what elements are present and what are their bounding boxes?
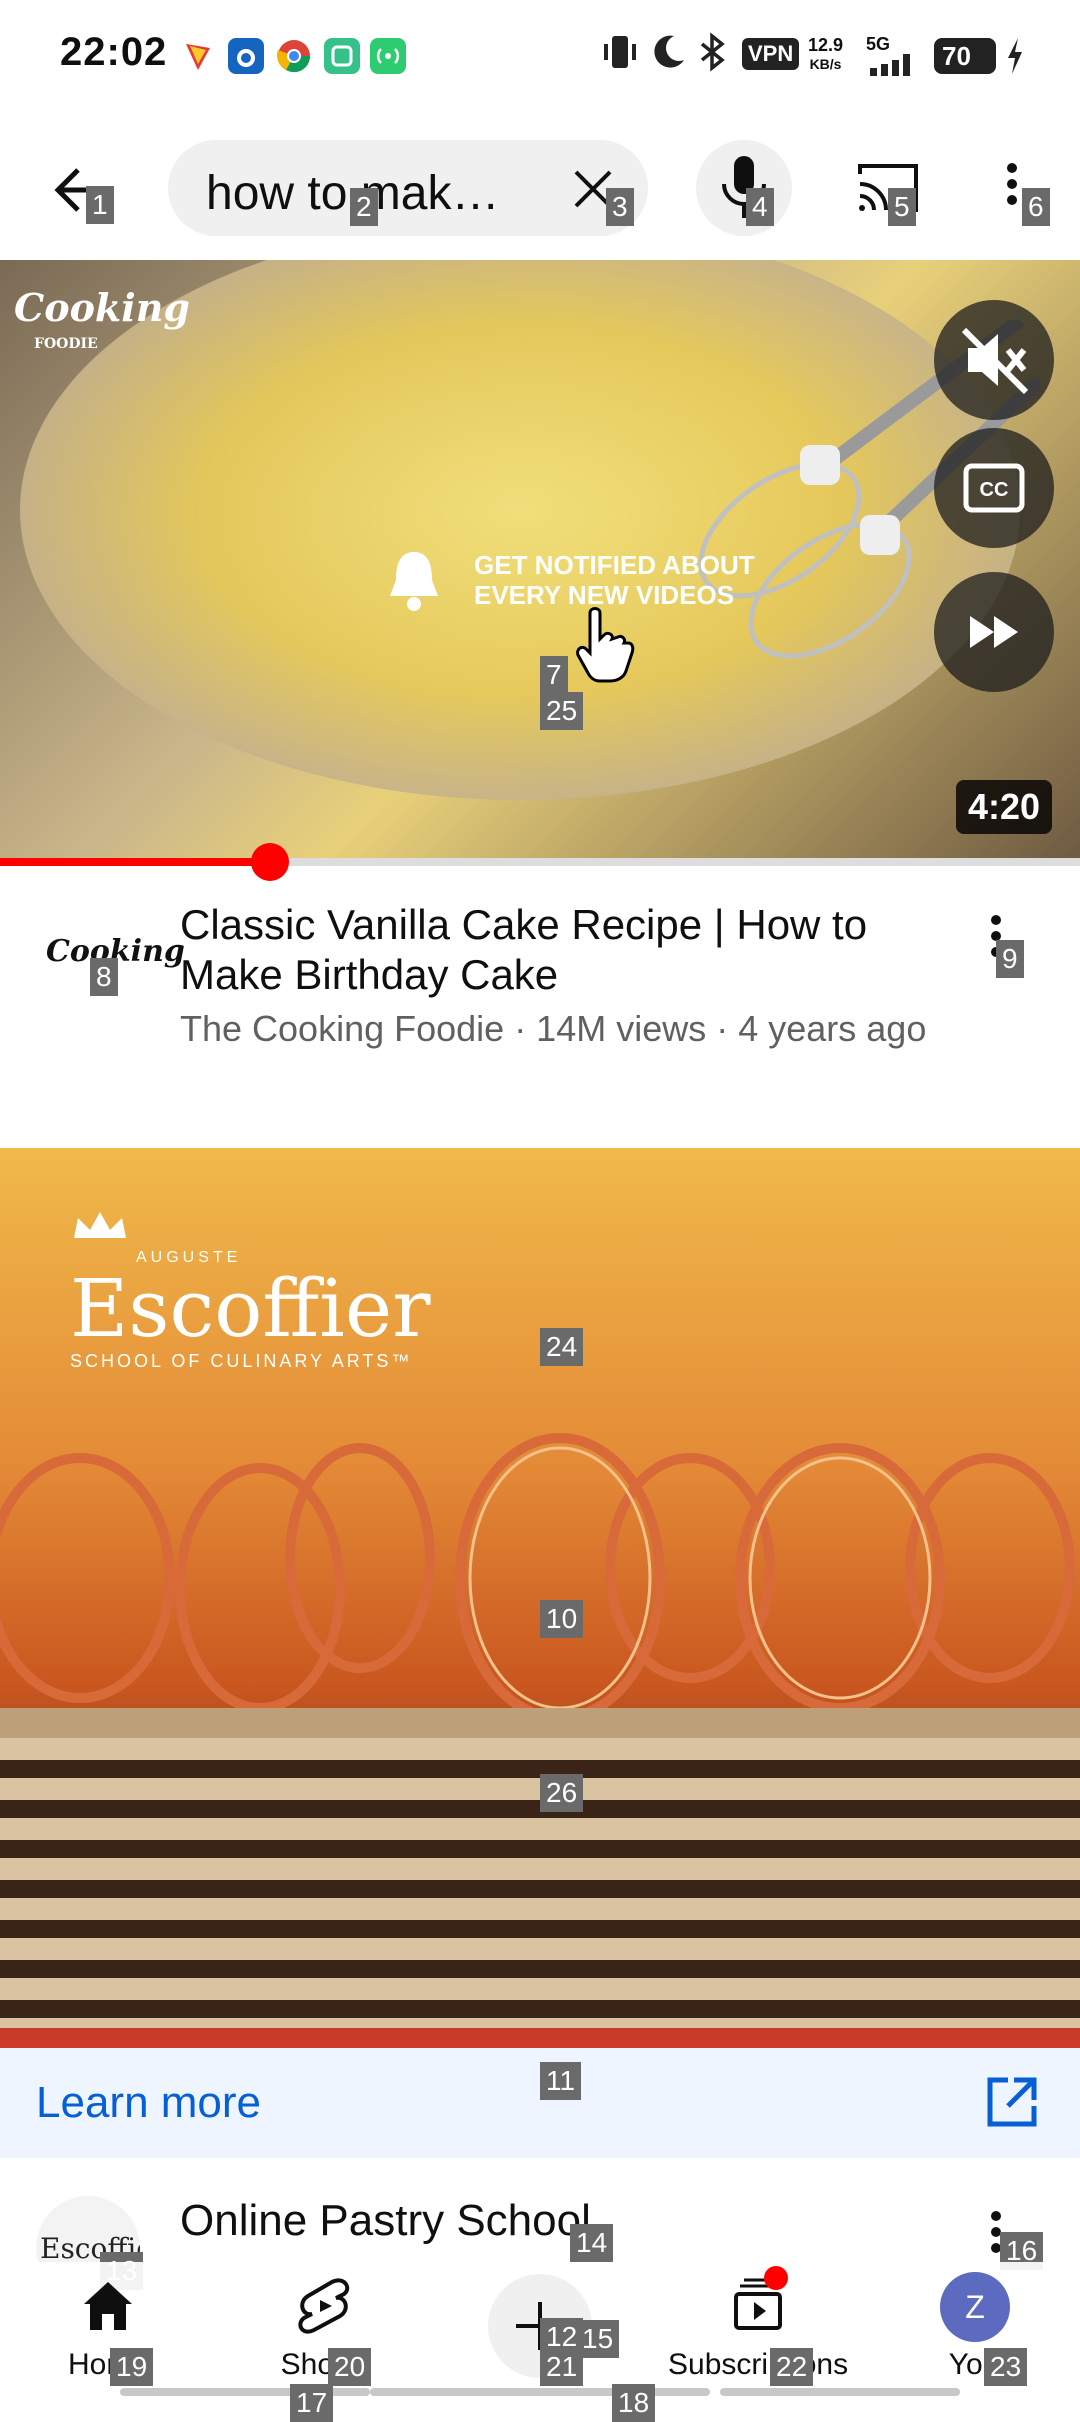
mute-button[interactable] bbox=[934, 300, 1054, 420]
volume-off-icon bbox=[961, 327, 1029, 395]
fast-forward-button[interactable] bbox=[934, 572, 1054, 692]
label-tag: 7 bbox=[540, 656, 568, 694]
nav-shorts-label: Shorts bbox=[280, 2348, 368, 2381]
label-tag: 22 bbox=[770, 2348, 814, 2386]
network-type: 5G bbox=[866, 34, 891, 54]
ad-title[interactable]: Online Pastry School bbox=[180, 2196, 591, 2246]
channel-watermark: Cooking FOODIE bbox=[14, 285, 190, 353]
label-tag: 18 bbox=[612, 2384, 656, 2422]
nav-you[interactable]: Z You bbox=[884, 2272, 1064, 2392]
label-tag: 1 bbox=[86, 186, 114, 224]
label-tag: 10 bbox=[540, 1600, 584, 1638]
more-vert-icon bbox=[1007, 163, 1017, 205]
nav-home-label: Home bbox=[67, 2348, 149, 2381]
svg-text:CC: CC bbox=[980, 479, 1009, 501]
notification-dot bbox=[764, 2266, 788, 2290]
search-header: 1 how to mak… 2 3 4 5 6 bbox=[0, 110, 1080, 260]
signal-icon bbox=[866, 54, 922, 76]
label-tag: 25 bbox=[540, 692, 584, 730]
microphone-icon bbox=[722, 156, 766, 218]
vibrate-icon bbox=[600, 32, 640, 80]
cursor-hand-icon bbox=[576, 607, 635, 683]
video-title[interactable]: Classic Vanilla Cake Recipe | How to Mak… bbox=[180, 900, 920, 1000]
clock: 22:02 bbox=[60, 30, 168, 74]
label-tag: 9 bbox=[996, 940, 1024, 978]
home-icon bbox=[84, 2282, 132, 2330]
chrome-icon bbox=[276, 38, 312, 74]
label-tag: 24 bbox=[540, 1328, 584, 1366]
label-tag: 8 bbox=[90, 958, 118, 996]
notification-icon-2 bbox=[228, 38, 264, 74]
video-player[interactable]: Cooking FOODIE CC GET NOTIFIED ABOUT EVER… bbox=[0, 260, 1080, 860]
learn-more-link[interactable]: Learn more bbox=[36, 2078, 261, 2128]
captions-button[interactable]: CC bbox=[934, 428, 1054, 548]
nav-home[interactable]: Home bbox=[18, 2272, 198, 2392]
label-tag: 23 bbox=[984, 2348, 1028, 2386]
open-in-new-icon bbox=[987, 2077, 1037, 2127]
progress-bar bbox=[0, 858, 270, 866]
label-tag: 20 bbox=[328, 2348, 372, 2386]
bottom-navigation: Home Shorts Subscriptions Z You 19 20 12… bbox=[0, 2262, 1080, 2400]
nav-subscriptions-label: Subscriptions bbox=[668, 2348, 849, 2381]
label-tag: 19 bbox=[110, 2348, 154, 2386]
bluetooth-icon bbox=[694, 32, 730, 80]
nav-you-label: You bbox=[948, 2348, 1000, 2381]
charging-icon bbox=[1004, 36, 1026, 84]
more-options-button[interactable] bbox=[1000, 158, 1024, 218]
shorts-icon bbox=[298, 2278, 350, 2334]
search-input[interactable]: how to mak… bbox=[168, 140, 648, 236]
nav-subscriptions[interactable]: Subscriptions bbox=[668, 2266, 849, 2392]
channel-avatar[interactable]: Cooking bbox=[40, 910, 185, 1008]
video-metadata: The Cooking Foodie · 14M views · 4 years… bbox=[180, 1008, 927, 1049]
closed-captions-icon: CC bbox=[963, 463, 1025, 513]
fast-forward-icon bbox=[970, 616, 1018, 648]
chocolate-curls-illustration bbox=[0, 1433, 1075, 1723]
hotspot-icon bbox=[370, 38, 406, 74]
scrubber-handle[interactable] bbox=[251, 843, 289, 881]
escoffier-logo: AUGUSTE Escoffier SCHOOL OF CULINARY ART… bbox=[70, 1208, 430, 1372]
app-icon-green bbox=[324, 38, 360, 74]
label-tag: 3 bbox=[606, 188, 634, 226]
vpn-badge: VPN bbox=[742, 38, 800, 70]
battery-indicator: 70 bbox=[934, 38, 996, 74]
label-tag: 4 bbox=[746, 188, 774, 226]
label-tag: 6 bbox=[1022, 188, 1050, 226]
ad-media[interactable]: AUGUSTE Escoffier SCHOOL OF CULINARY ART… bbox=[0, 1148, 1080, 2048]
status-bar: 22:02 VPN 12.9 KB/s 5G 70 bbox=[0, 0, 1080, 110]
notification-icon-1 bbox=[180, 38, 216, 74]
external-link-button[interactable] bbox=[984, 2074, 1040, 2130]
label-tag: 17 bbox=[290, 2384, 334, 2422]
user-avatar: Z bbox=[940, 2272, 1010, 2342]
duration-badge: 4:20 bbox=[956, 780, 1053, 834]
label-tag: 2 bbox=[350, 188, 378, 226]
network-speed: 12.9 KB/s bbox=[808, 35, 844, 72]
learn-more-banner[interactable]: Learn more 11 bbox=[0, 2048, 1080, 2158]
gesture-bar-right bbox=[720, 2388, 960, 2396]
crown-icon bbox=[74, 1212, 126, 1238]
label-tag: 11 bbox=[540, 2062, 582, 2100]
do-not-disturb-moon-icon bbox=[648, 32, 688, 80]
bell-icon bbox=[390, 552, 438, 611]
nav-shorts[interactable]: Shorts bbox=[234, 2272, 414, 2392]
label-tag: 5 bbox=[888, 188, 916, 226]
voice-search-button[interactable] bbox=[696, 140, 792, 236]
label-tag: 26 bbox=[540, 1774, 584, 1812]
label-tag: 21 bbox=[540, 2348, 584, 2386]
label-tag: 14 bbox=[570, 2224, 614, 2262]
gesture-bar bbox=[370, 2388, 710, 2396]
